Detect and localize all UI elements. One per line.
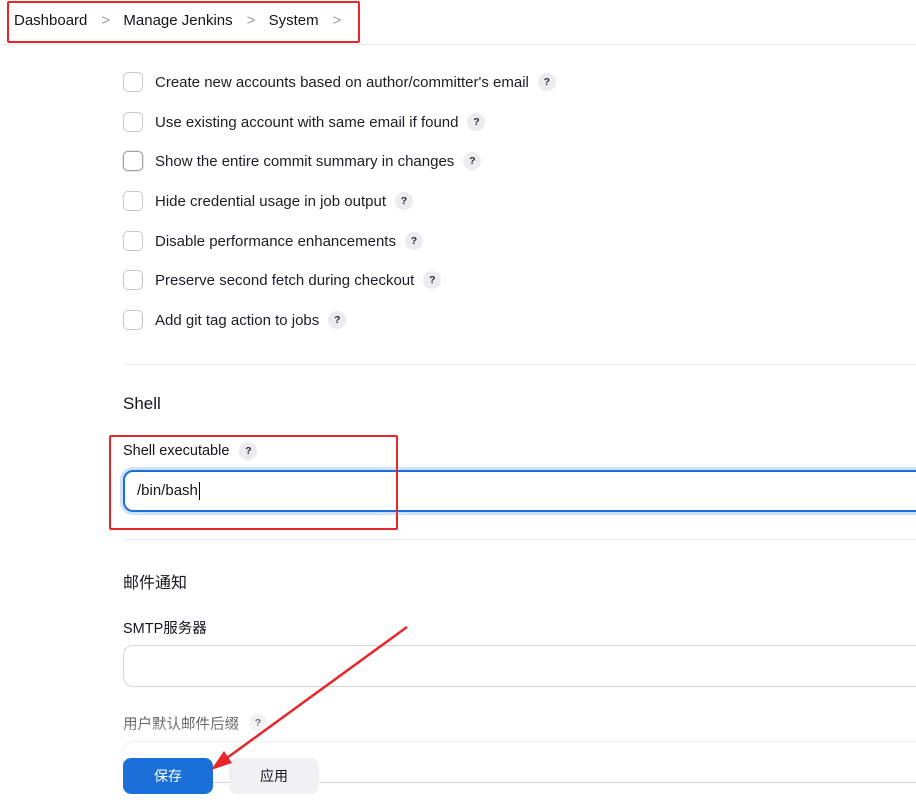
- help-icon[interactable]: ?: [467, 113, 486, 131]
- checkbox[interactable]: [123, 151, 143, 171]
- help-icon[interactable]: ?: [404, 232, 423, 250]
- help-icon[interactable]: ?: [395, 192, 413, 210]
- checkbox-label[interactable]: Use existing account with same email if …: [155, 114, 458, 131]
- help-icon[interactable]: ?: [249, 714, 267, 732]
- checkbox[interactable]: [123, 270, 143, 290]
- apply-button[interactable]: 应用: [229, 758, 319, 794]
- email-section-title: 邮件通知: [123, 575, 188, 592]
- default-email-suffix-label-text: 用户默认邮件后缀: [123, 716, 239, 733]
- shell-executable-label: Shell executable ?: [123, 441, 258, 461]
- checkbox[interactable]: [123, 310, 143, 330]
- option-use-existing-account: Use existing account with same email if …: [123, 111, 486, 133]
- chevron-right-icon[interactable]: >: [333, 12, 342, 29]
- text-caret: [198, 482, 200, 501]
- help-icon[interactable]: ?: [423, 271, 442, 289]
- breadcrumb-manage-jenkins[interactable]: Manage Jenkins: [123, 12, 232, 29]
- breadcrumb-system[interactable]: System: [269, 12, 319, 29]
- shell-section-title: Shell: [123, 394, 161, 413]
- checkbox[interactable]: [123, 231, 143, 251]
- checkbox-label[interactable]: Disable performance enhancements: [155, 233, 396, 250]
- save-button[interactable]: 保存: [123, 758, 213, 794]
- chevron-right-icon: >: [101, 11, 111, 29]
- section-divider: [123, 539, 916, 540]
- option-create-accounts-by-email: Create new accounts based on author/comm…: [123, 71, 556, 93]
- checkbox-label[interactable]: Show the entire commit summary in change…: [155, 153, 454, 170]
- shell-executable-label-text: Shell executable: [123, 443, 230, 459]
- checkbox[interactable]: [123, 112, 143, 132]
- jenkins-system-config-page: Dashboard > Manage Jenkins > System > Cr…: [0, 0, 916, 806]
- option-hide-credential-usage: Hide credential usage in job output ?: [123, 190, 413, 212]
- shell-executable-input[interactable]: /bin/bash: [123, 470, 916, 512]
- checkbox[interactable]: [123, 72, 143, 92]
- breadcrumb-dashboard[interactable]: Dashboard: [14, 12, 87, 29]
- breadcrumb: Dashboard > Manage Jenkins > System >: [14, 9, 355, 31]
- chevron-right-icon: >: [246, 11, 256, 29]
- checkbox-label[interactable]: Add git tag action to jobs: [155, 312, 319, 329]
- checkbox-label[interactable]: Preserve second fetch during checkout: [155, 272, 414, 289]
- shell-executable-value: /bin/bash: [137, 482, 198, 499]
- breadcrumb-bar: Dashboard > Manage Jenkins > System >: [0, 0, 916, 45]
- checkbox[interactable]: [123, 191, 143, 211]
- option-add-git-tag-action: Add git tag action to jobs ?: [123, 309, 347, 331]
- checkbox-label[interactable]: Hide credential usage in job output: [155, 193, 386, 210]
- option-disable-performance: Disable performance enhancements ?: [123, 230, 423, 252]
- checkbox-label[interactable]: Create new accounts based on author/comm…: [155, 74, 529, 91]
- smtp-server-input[interactable]: [123, 645, 916, 687]
- option-show-commit-summary: Show the entire commit summary in change…: [123, 150, 482, 172]
- help-icon[interactable]: ?: [328, 311, 347, 329]
- help-icon[interactable]: ?: [463, 152, 482, 170]
- section-divider: [123, 364, 916, 365]
- option-preserve-second-fetch: Preserve second fetch during checkout ?: [123, 269, 442, 291]
- help-icon[interactable]: ?: [239, 442, 258, 460]
- help-icon[interactable]: ?: [537, 73, 556, 91]
- smtp-server-label: SMTP服务器: [123, 620, 207, 637]
- default-email-suffix-label: 用户默认邮件后缀 ?: [123, 713, 267, 733]
